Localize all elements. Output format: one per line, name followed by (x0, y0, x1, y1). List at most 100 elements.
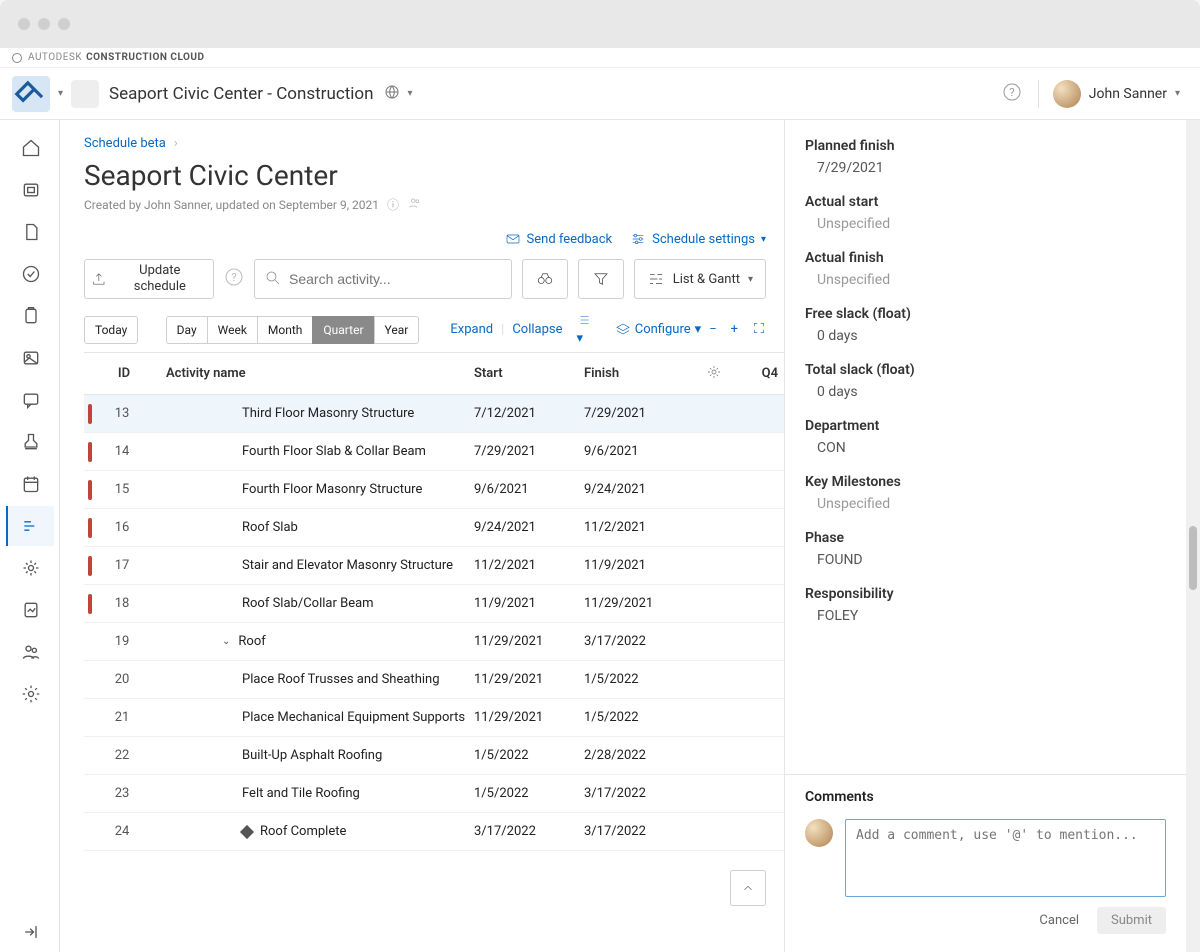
nav-settings[interactable] (6, 674, 54, 714)
expand-button[interactable]: Expand (450, 322, 493, 337)
chevron-down-icon[interactable]: ▾ (408, 88, 413, 99)
nav-files[interactable] (6, 212, 54, 252)
table-row[interactable]: 24 Roof Complete3/17/20223/17/2022 (84, 813, 784, 851)
indent-menu[interactable]: ▾ (576, 313, 600, 346)
col-id-header[interactable]: ID (94, 366, 154, 381)
nav-assets[interactable] (6, 548, 54, 588)
scroll-to-top-button[interactable] (730, 870, 766, 906)
nav-schedule[interactable] (6, 506, 54, 546)
window-chrome (0, 0, 1200, 48)
table-row[interactable]: 15Fourth Floor Masonry Structure9/6/2021… (84, 471, 784, 509)
sliders-icon (630, 231, 646, 247)
cell-activity: Place Mechanical Equipment Supports (152, 710, 474, 725)
cell-id: 14 (92, 444, 152, 459)
comment-input[interactable] (845, 819, 1166, 897)
col-settings-button[interactable] (694, 364, 734, 384)
seg-month[interactable]: Month (257, 316, 312, 344)
table-row[interactable]: 14Fourth Floor Slab & Collar Beam7/29/20… (84, 433, 784, 471)
update-schedule-label: Update schedule (113, 263, 207, 294)
table-row[interactable]: 20Place Roof Trusses and Sheathing11/29/… (84, 661, 784, 699)
window-minimize-icon[interactable] (38, 18, 50, 30)
nav-photos[interactable] (6, 338, 54, 378)
field-label-phase: Phase (805, 530, 1166, 546)
layers-icon (615, 322, 631, 338)
brand-name-1: AUTODESK (28, 52, 82, 63)
collapse-button[interactable]: Collapse (512, 322, 562, 337)
table-row[interactable]: 16Roof Slab9/24/202111/2/2021 (84, 509, 784, 547)
user-avatar[interactable] (1053, 80, 1081, 108)
nav-stamps[interactable] (6, 422, 54, 462)
seg-year[interactable]: Year (374, 316, 420, 344)
field-label-actual_start: Actual start (805, 194, 1166, 210)
table-row[interactable]: 19⌄ Roof11/29/20213/17/2022 (84, 623, 784, 661)
nav-calendar[interactable] (6, 464, 54, 504)
module-switcher-button[interactable] (12, 76, 50, 112)
send-feedback-button[interactable]: Send feedback (505, 231, 613, 247)
left-nav-rail (0, 120, 60, 952)
breadcrumb-item[interactable]: Schedule beta (84, 136, 166, 151)
window-maximize-icon[interactable] (58, 18, 70, 30)
filter-button[interactable] (578, 259, 624, 299)
breadcrumb: Schedule beta › (84, 136, 784, 151)
nav-sheets[interactable] (6, 170, 54, 210)
outer-scrollbar[interactable] (1186, 120, 1200, 952)
view-select[interactable]: List & Gantt ▾ (634, 259, 766, 299)
field-value-total_slack: 0 days (805, 378, 1166, 410)
zoom-out-button[interactable]: − (709, 322, 716, 337)
table-row[interactable]: 13Third Floor Masonry Structure7/12/2021… (84, 395, 784, 433)
view-select-label: List & Gantt (673, 272, 740, 287)
nav-reviews[interactable] (6, 254, 54, 294)
svg-text:?: ? (231, 271, 236, 284)
window-close-icon[interactable] (18, 18, 30, 30)
search-input[interactable] (254, 259, 512, 299)
user-name[interactable]: John Sanner (1089, 86, 1167, 102)
today-button[interactable]: Today (84, 316, 138, 344)
col-start-header[interactable]: Start (474, 366, 584, 381)
members-icon[interactable] (407, 196, 423, 213)
help-icon: ? (225, 268, 243, 286)
field-label-key_milestones: Key Milestones (805, 474, 1166, 490)
nav-reports[interactable] (6, 590, 54, 630)
cell-finish: 11/9/2021 (584, 558, 694, 573)
cell-id: 13 (92, 406, 152, 421)
info-icon[interactable]: ⓘ (387, 196, 399, 213)
help-button[interactable]: ? (1000, 83, 1024, 105)
nav-members[interactable] (6, 632, 54, 672)
seg-week[interactable]: Week (207, 316, 257, 344)
activity-name: Roof Complete (260, 824, 346, 839)
cell-finish: 9/24/2021 (584, 482, 694, 497)
project-icon[interactable] (71, 80, 99, 108)
chevron-down-icon[interactable]: ⌄ (222, 636, 230, 647)
table-row[interactable]: 21Place Mechanical Equipment Supports11/… (84, 699, 784, 737)
nav-issues[interactable] (6, 380, 54, 420)
cancel-button[interactable]: Cancel (1035, 907, 1083, 934)
project-title[interactable]: Seaport Civic Center - Construction (109, 84, 373, 104)
cell-id: 22 (92, 748, 152, 763)
configure-button[interactable]: Configure ▾ (615, 322, 701, 338)
cell-start: 7/12/2021 (474, 406, 584, 421)
update-schedule-button[interactable]: Update schedule (84, 259, 214, 299)
submit-button[interactable]: Submit (1097, 907, 1166, 934)
field-value-department: CON (805, 434, 1166, 466)
schedule-settings-button[interactable]: Schedule settings ▾ (630, 231, 766, 247)
seg-day[interactable]: Day (166, 316, 207, 344)
col-finish-header[interactable]: Finish (584, 366, 694, 381)
table-row[interactable]: 18Roof Slab/Collar Beam11/9/202111/29/20… (84, 585, 784, 623)
chevron-down-icon[interactable]: ▾ (1175, 88, 1180, 99)
seg-quarter[interactable]: Quarter (312, 316, 373, 344)
table-row[interactable]: 22Built-Up Asphalt Roofing1/5/20222/28/2… (84, 737, 784, 775)
table-row[interactable]: 23Felt and Tile Roofing1/5/20223/17/2022 (84, 775, 784, 813)
fullscreen-button[interactable] (752, 321, 766, 339)
find-button[interactable] (522, 259, 568, 299)
table-row[interactable]: 17Stair and Elevator Masonry Structure11… (84, 547, 784, 585)
update-help-button[interactable]: ? (224, 268, 244, 290)
nav-collapse[interactable] (6, 912, 54, 952)
nav-forms[interactable] (6, 296, 54, 336)
scrollbar-thumb[interactable] (1189, 526, 1197, 590)
nav-home[interactable] (6, 128, 54, 168)
col-activity-header[interactable]: Activity name (154, 366, 474, 381)
activity-name: Fourth Floor Masonry Structure (242, 482, 422, 497)
zoom-in-button[interactable]: + (731, 322, 738, 337)
chevron-down-icon[interactable]: ▾ (58, 88, 63, 99)
brand-name-2: CONSTRUCTION CLOUD (86, 52, 204, 63)
